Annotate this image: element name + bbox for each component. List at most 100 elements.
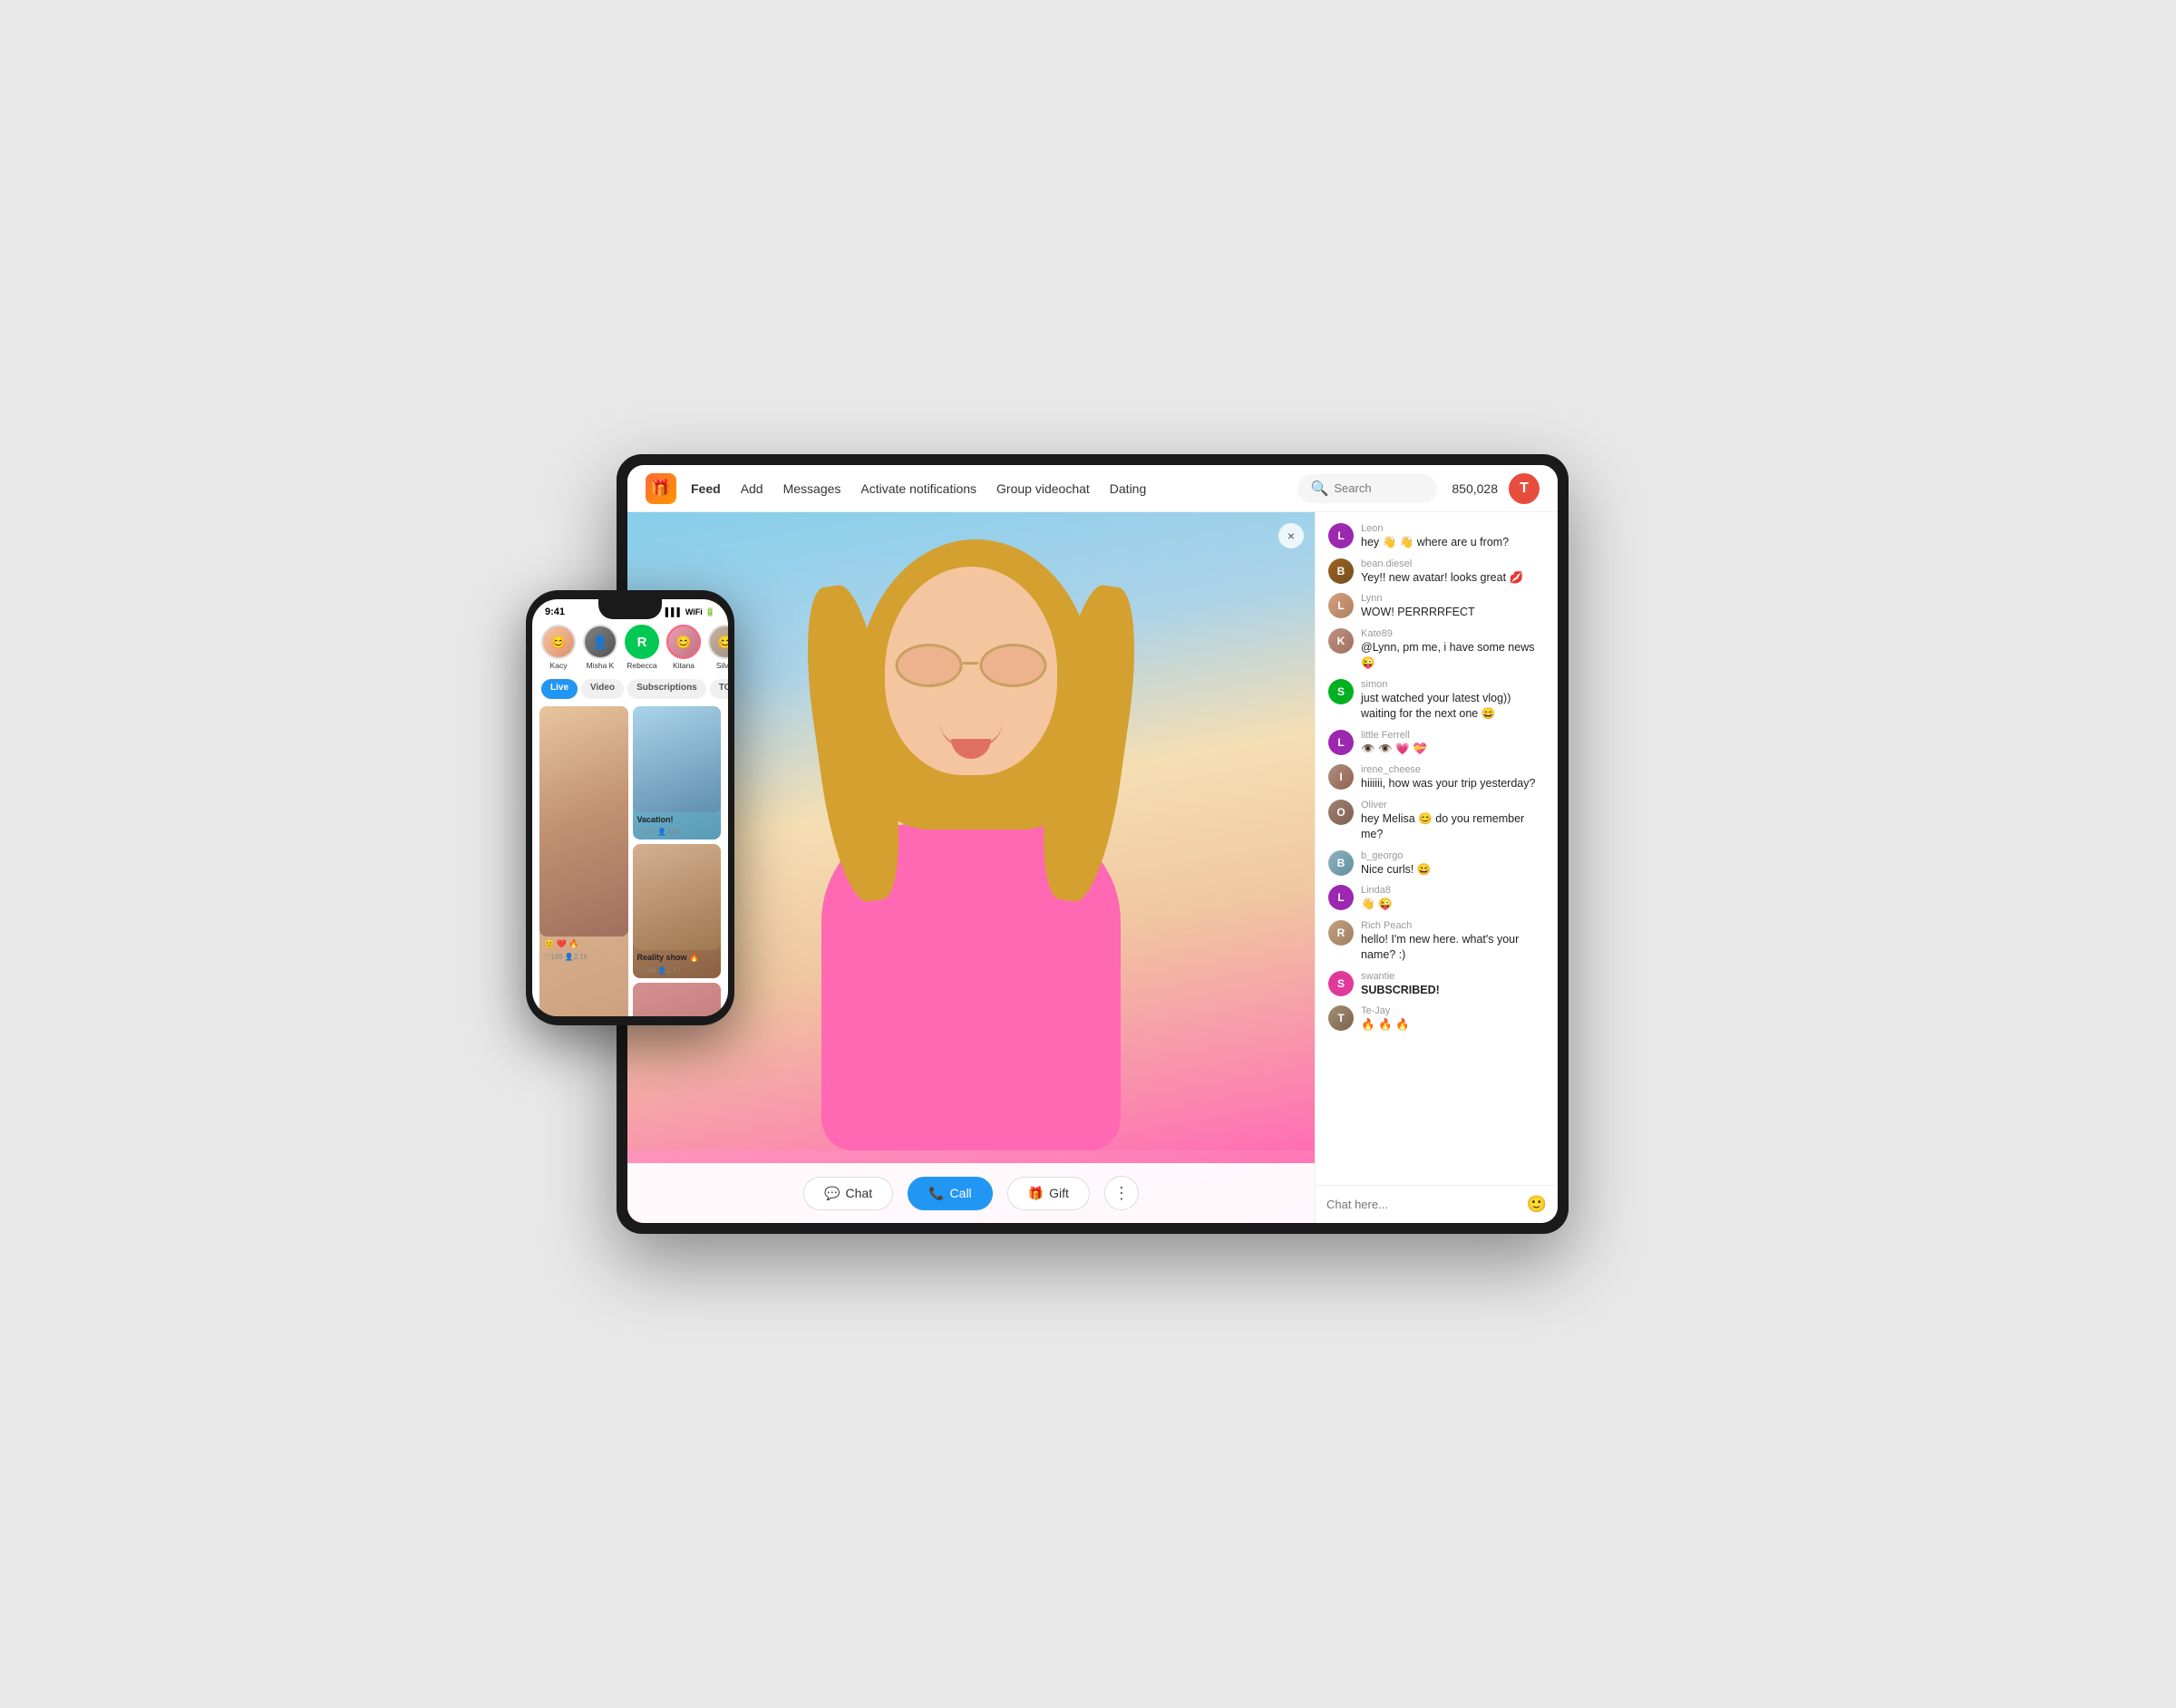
chat-input[interactable] [1326, 1198, 1520, 1211]
avatar-georgo: B [1328, 850, 1354, 876]
avatar-kitana: 😊 [666, 625, 701, 659]
emoji-button[interactable]: 🙂 [1527, 1195, 1547, 1214]
avatar-bean: B [1328, 558, 1354, 584]
phone-status-icons: ▌▌▌ WiFi 🔋 [665, 607, 715, 617]
tab-subscriptions[interactable]: Subscriptions [627, 679, 706, 699]
chat-msg-leon: L Leon hey 👋 👋 where are u from? [1328, 523, 1545, 551]
chat-msg-bean: B bean.diesel Yey!! new avatar! looks gr… [1328, 558, 1545, 587]
call-button[interactable]: 📞 Call [908, 1177, 993, 1210]
username-oliver: Oliver [1361, 800, 1545, 810]
feed-item-2[interactable]: Vacation! ♡270 👤4.64 [633, 706, 722, 839]
chat-msg-tejay: T Te-Jay 🔥 🔥 🔥 [1328, 1005, 1545, 1034]
nav-messages[interactable]: Messages [783, 481, 841, 496]
story-kitana[interactable]: 😊 Kitana [666, 625, 701, 670]
avatar-tejay: T [1328, 1005, 1354, 1031]
text-rich: hello! I'm new here. what's your name? :… [1361, 932, 1545, 964]
nav-notifications[interactable]: Activate notifications [860, 481, 976, 496]
user-avatar[interactable]: T [1509, 473, 1540, 504]
phone-tabs: Live Video Subscriptions TOP ⋮ [532, 675, 728, 703]
story-name-kitana: Kitana [673, 661, 695, 670]
username-irene: irene_cheese [1361, 764, 1545, 775]
username-simon: simon [1361, 679, 1545, 690]
gift-button[interactable]: 🎁 Gift [1007, 1177, 1090, 1210]
nav-feed[interactable]: Feed [691, 481, 721, 496]
feed-stats-3: ♡144 👤2.17 [633, 966, 722, 978]
tablet: 🎁 Feed Add Messages Activate notificatio… [617, 454, 1569, 1234]
scene: 🎁 Feed Add Messages Activate notificatio… [544, 427, 1632, 1281]
phone-time: 9:41 [545, 607, 565, 617]
username-ferrell: little Ferrell [1361, 730, 1545, 741]
text-lynn: WOW! PERRRRFECT [1361, 605, 1545, 621]
feed-label-1: 😊 ❤️ 🔥 [539, 936, 628, 952]
stories-row: 😊 Kacy 👤 Misha K R Rebecca 😊 Kitana [532, 621, 728, 675]
text-tejay: 🔥 🔥 🔥 [1361, 1017, 1545, 1034]
battery-icon: 🔋 [705, 607, 715, 617]
avatar-silvia: 😊 [708, 625, 728, 659]
more-button[interactable]: ⋮ [1104, 1176, 1139, 1210]
avatar-swantie: S [1328, 971, 1354, 996]
feed-item-1[interactable]: 😊 ❤️ 🔥 ♡195 👤2.1k [539, 706, 628, 1016]
avatar-rebecca: R [625, 625, 659, 659]
story-silvia[interactable]: 😊 Silvia [708, 625, 728, 670]
main-content: × 💬 Chat 📞 Call 🎁 Gift [627, 512, 1558, 1223]
text-swantie: SUBSCRIBED! [1361, 983, 1545, 999]
tab-live[interactable]: Live [541, 679, 578, 699]
feed-item-3[interactable]: Reality show 🔥 ♡144 👤2.17 [633, 844, 722, 978]
username-leon: Leon [1361, 523, 1545, 534]
phone-notch [598, 599, 662, 619]
feed-item-5[interactable]: Reality show ♡68 👤2.19 [633, 983, 722, 1016]
avatar-irene: I [1328, 764, 1354, 790]
chat-msg-linda: L Linda8 👋 😜 [1328, 885, 1545, 913]
avatar-rich: R [1328, 920, 1354, 946]
username-swantie: swantie [1361, 971, 1545, 982]
feed-right-col: Vacation! ♡270 👤4.64 Reality show 🔥 ♡144… [633, 706, 722, 978]
user-count: 850,028 [1452, 481, 1498, 496]
avatar-kate: K [1328, 628, 1354, 654]
story-name-silvia: Silvia [716, 661, 728, 670]
text-ferrell: 👁️ 👁️ 💗 💝 [1361, 742, 1545, 758]
text-linda: 👋 😜 [1361, 897, 1545, 913]
chat-msg-irene: I irene_cheese hiiiiii, how was your tri… [1328, 764, 1545, 792]
text-georgo: Nice curls! 😄 [1361, 862, 1545, 878]
avatar-mishak: 👤 [583, 625, 617, 659]
nav-videochat[interactable]: Group videochat [996, 481, 1090, 496]
text-leon: hey 👋 👋 where are u from? [1361, 535, 1545, 551]
signal-icon: ▌▌▌ [665, 607, 683, 617]
chat-messages: L Leon hey 👋 👋 where are u from? B bean.… [1316, 512, 1558, 1185]
nav-links: Feed Add Messages Activate notifications… [691, 481, 1297, 496]
search-bar[interactable]: 🔍 [1297, 474, 1437, 503]
chat-msg-rich: R Rich Peach hello! I'm new here. what's… [1328, 920, 1545, 964]
close-button[interactable]: × [1278, 523, 1304, 548]
chat-msg-ferrell: L little Ferrell 👁️ 👁️ 💗 💝 [1328, 730, 1545, 758]
chat-icon: 💬 [824, 1186, 840, 1201]
chat-msg-oliver: O Oliver hey Melisa 😊 do you remember me… [1328, 800, 1545, 843]
glasses [892, 644, 1051, 691]
phone-feed: 😊 ❤️ 🔥 ♡195 👤2.1k Vacation! ♡270 👤4.64 [532, 703, 728, 1016]
tab-top[interactable]: TOP [710, 679, 728, 699]
story-kacy[interactable]: 😊 Kacy [541, 625, 576, 670]
feed-bottom-left: Reality show ♡68 👤2.19 [633, 983, 722, 1016]
feed-grid: 😊 ❤️ 🔥 ♡195 👤2.1k Vacation! ♡270 👤4.64 [539, 706, 721, 1016]
nav-dating[interactable]: Dating [1110, 481, 1146, 496]
avatar-linda: L [1328, 885, 1354, 910]
text-irene: hiiiiii, how was your trip yesterday? [1361, 776, 1545, 792]
story-name-rebecca: Rebecca [627, 661, 657, 670]
tab-video[interactable]: Video [581, 679, 624, 699]
feed-label-2: Vacation! [633, 812, 722, 827]
username-linda: Linda8 [1361, 885, 1545, 896]
text-oliver: hey Melisa 😊 do you remember me? [1361, 811, 1545, 843]
search-input[interactable] [1334, 481, 1424, 495]
story-rebecca[interactable]: R Rebecca [625, 625, 659, 670]
app-logo[interactable]: 🎁 [646, 473, 676, 504]
chat-msg-lynn: L Lynn WOW! PERRRRFECT [1328, 593, 1545, 621]
tablet-screen: 🎁 Feed Add Messages Activate notificatio… [627, 465, 1558, 1223]
avatar-lynn: L [1328, 593, 1354, 618]
feed-label-3: Reality show 🔥 [633, 950, 722, 966]
chat-msg-swantie: S swantie SUBSCRIBED! [1328, 971, 1545, 999]
username-tejay: Te-Jay [1361, 1005, 1545, 1016]
chat-button[interactable]: 💬 Chat [803, 1177, 893, 1210]
nav-add[interactable]: Add [741, 481, 763, 496]
story-mishak[interactable]: 👤 Misha K [583, 625, 617, 670]
username-bean: bean.diesel [1361, 558, 1545, 569]
avatar-leon: L [1328, 523, 1354, 548]
